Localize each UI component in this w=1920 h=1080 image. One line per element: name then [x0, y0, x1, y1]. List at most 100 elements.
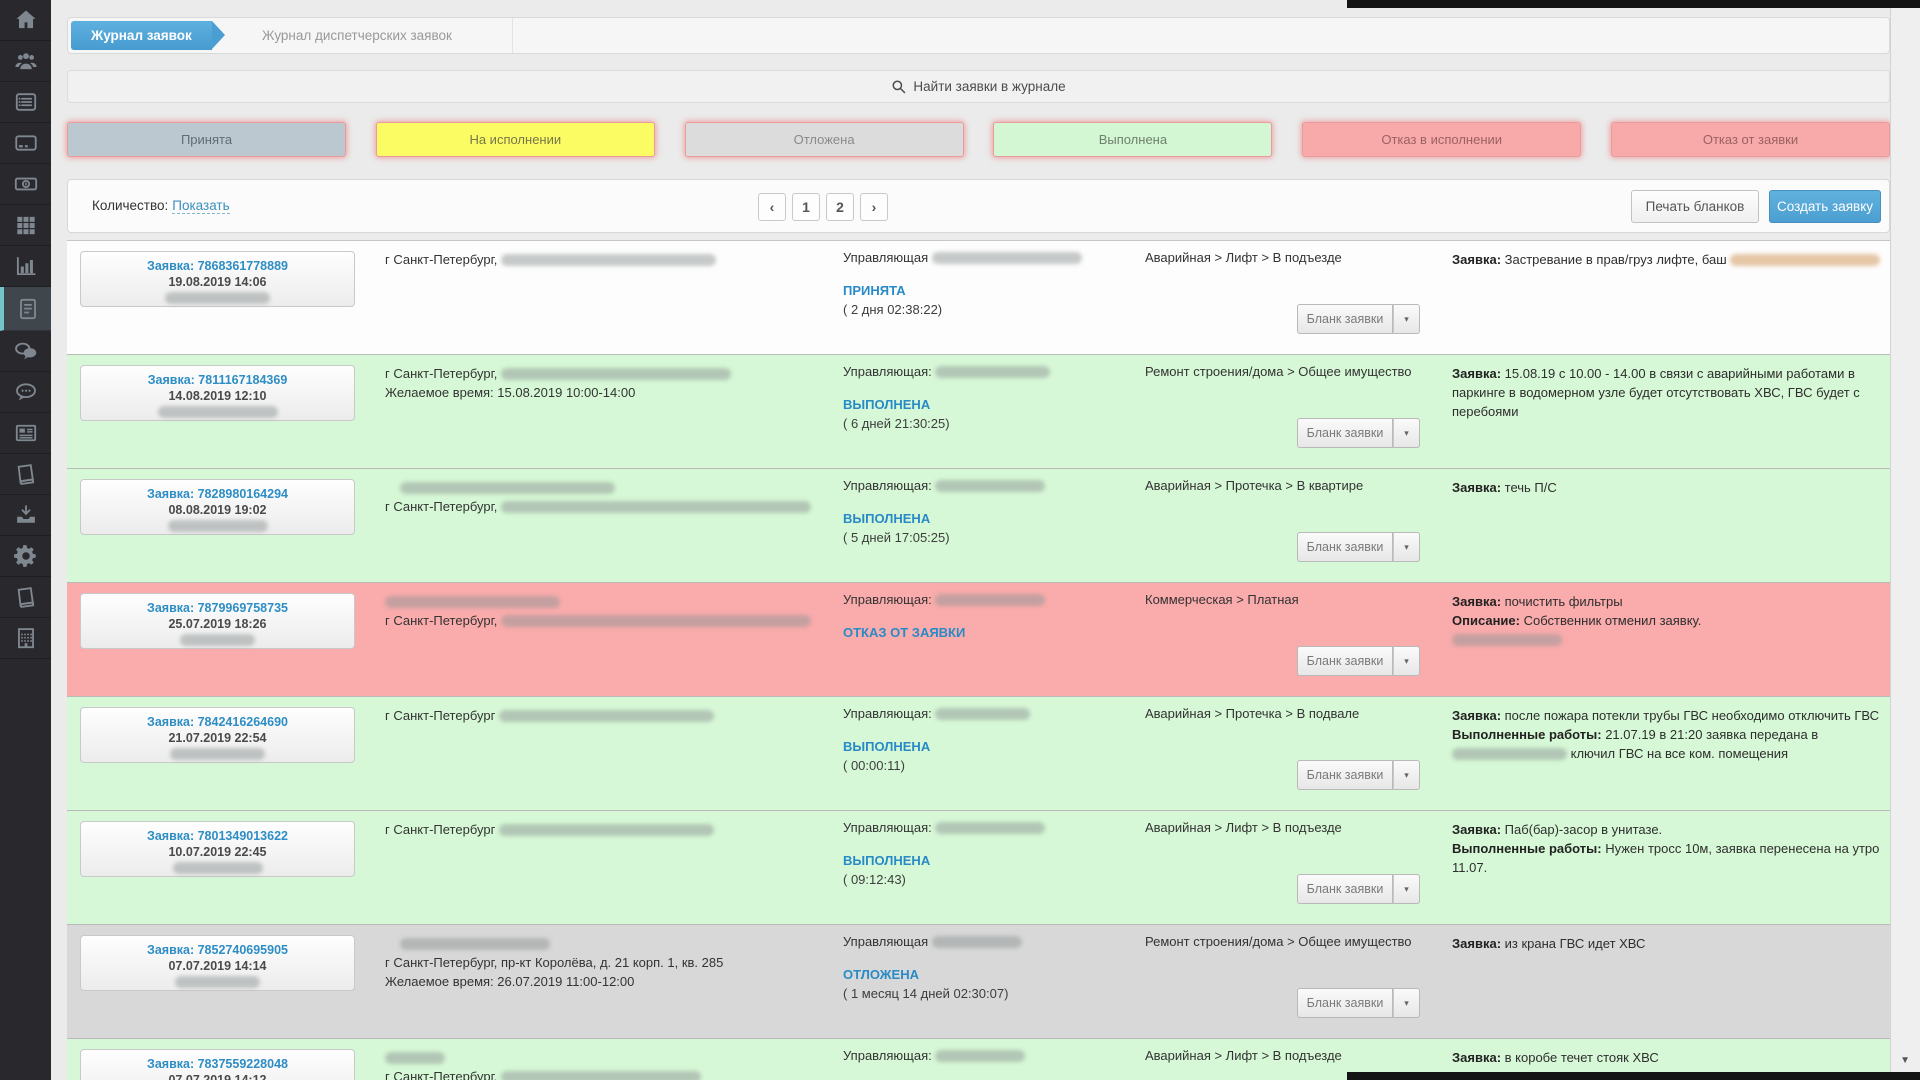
- request-card-link[interactable]: Заявка: 785274069590507.07.2019 14:14: [80, 935, 355, 991]
- request-category: Аварийная > Лифт > В подъезде: [1145, 250, 1342, 265]
- description-line: ключил ГВС на все ком. помещения: [1452, 744, 1884, 763]
- request-form-dropdown-caret[interactable]: ▾: [1393, 988, 1420, 1018]
- request-form-button[interactable]: Бланк заявки: [1297, 304, 1393, 334]
- request-datetime: 07.07.2019 14:14: [81, 959, 354, 973]
- description-line: Заявка: почистить фильтры: [1452, 592, 1884, 611]
- request-form-dropdown-caret[interactable]: ▾: [1393, 646, 1420, 676]
- redacted-text: [935, 1050, 1025, 1062]
- toolbar-panel: Количество:Показать ‹12› Печать бланков …: [67, 179, 1890, 233]
- request-address: г Санкт-Петербург, пр-кт Королёва, д. 21…: [385, 934, 825, 991]
- request-form-dropdown-caret[interactable]: ▾: [1393, 760, 1420, 790]
- request-company: [81, 631, 354, 649]
- request-description: Заявка: из крана ГВС идет ХВС: [1452, 934, 1884, 953]
- request-form-split-button: Бланк заявки▾: [1297, 532, 1420, 562]
- request-form-button[interactable]: Бланк заявки: [1297, 646, 1393, 676]
- request-card-link[interactable]: Заявка: 7828980164294 08.08.2019 19:02: [80, 479, 355, 535]
- filter-refused-execution-button[interactable]: Отказ в исполнении: [1302, 122, 1581, 157]
- sidebar-item-chat[interactable]: [0, 331, 51, 372]
- sidebar-item-comment[interactable]: [0, 372, 51, 413]
- request-row: Заявка: 7828980164294 08.08.2019 19:02 г С…: [67, 469, 1890, 583]
- request-description: Заявка: в коробе течет стояк ХВС: [1452, 1048, 1884, 1067]
- tab-dispatcher-journal[interactable]: Журнал диспетчерских заявок: [230, 18, 513, 53]
- request-category: Аварийная > Лифт > В подъезде: [1145, 820, 1342, 835]
- request-id: Заявка: 7801349013622: [81, 829, 354, 843]
- description-field-label: Заявка:: [1452, 594, 1505, 609]
- management-company: Управляющая:: [843, 364, 1050, 379]
- management-company: Управляющая: [843, 934, 1022, 949]
- sidebar-item-journal[interactable]: [0, 577, 51, 618]
- request-address: г Санкт-Петербург,: [385, 478, 825, 516]
- request-datetime: 07.07.2019 14:12: [81, 1073, 354, 1080]
- redacted-text: [501, 501, 811, 513]
- request-card-link[interactable]: Заявка: 780134901362210.07.2019 22:45: [80, 821, 355, 877]
- redacted-text: [935, 480, 1045, 492]
- description-field-label: Выполненные работы:: [1452, 727, 1605, 742]
- scroll-down-icon[interactable]: ▼: [1900, 1055, 1910, 1066]
- show-count-link[interactable]: Показать: [172, 198, 229, 214]
- request-form-button[interactable]: Бланк заявки: [1297, 988, 1393, 1018]
- status-duration: ( 6 дней 21:30:25): [843, 416, 950, 431]
- filter-accepted-button[interactable]: Принята: [67, 122, 346, 157]
- request-datetime: 14.08.2019 12:10: [81, 389, 354, 403]
- request-form-dropdown-caret[interactable]: ▾: [1393, 304, 1420, 334]
- prev-page-button[interactable]: ‹: [758, 193, 786, 221]
- request-datetime: 08.08.2019 19:02: [81, 503, 354, 517]
- request-category: Ремонт строения/дома > Общее имущество: [1145, 364, 1412, 379]
- status-duration: ( 5 дней 17:05:25): [843, 530, 950, 545]
- request-card-link[interactable]: Заявка: 787996975873525.07.2019 18:26: [80, 593, 355, 649]
- request-description: Заявка: течь П/С: [1452, 478, 1884, 497]
- request-form-button[interactable]: Бланк заявки: [1297, 874, 1393, 904]
- redacted-line: [385, 478, 825, 497]
- request-card-link[interactable]: Заявка: 786836177888919.08.2019 14:06: [80, 251, 355, 307]
- request-form-dropdown-caret[interactable]: ▾: [1393, 532, 1420, 562]
- filter-postponed-button[interactable]: Отложена: [685, 122, 964, 157]
- vertical-scrollbar[interactable]: ▼: [1890, 0, 1920, 1080]
- description-line: Заявка: Паб(бар)-засор в унитазе.: [1452, 820, 1884, 839]
- description-line: Заявка: в коробе течет стояк ХВС: [1452, 1048, 1884, 1067]
- request-form-button[interactable]: Бланк заявки: [1297, 418, 1393, 448]
- request-id: Заявка: 7828980164294: [81, 487, 354, 501]
- redacted-line: [385, 934, 825, 953]
- sidebar-item-building[interactable]: [0, 618, 51, 659]
- print-forms-button[interactable]: Печать бланков: [1631, 190, 1759, 223]
- filter-done-button[interactable]: Выполнена: [993, 122, 1272, 157]
- sidebar-item-home[interactable]: [0, 0, 51, 41]
- bottom-edge-strip: [1347, 1072, 1920, 1080]
- management-company: Управляющая:: [843, 478, 1045, 493]
- create-request-button[interactable]: Создать заявку: [1769, 190, 1881, 223]
- sidebar-item-book[interactable]: [0, 454, 51, 495]
- sidebar-item-document[interactable]: [0, 287, 51, 331]
- next-page-button[interactable]: ›: [860, 193, 888, 221]
- sidebar-item-news[interactable]: [0, 413, 51, 454]
- sidebar-item-list[interactable]: [0, 82, 51, 123]
- request-card-link[interactable]: Заявка: 781116718436914.08.2019 12:10: [80, 365, 355, 421]
- tab-request-journal-label: Журнал заявок: [91, 28, 192, 43]
- sidebar-item-chart[interactable]: [0, 246, 51, 287]
- status-duration: ( 00:00:11): [843, 758, 905, 773]
- request-form-dropdown-caret[interactable]: ▾: [1393, 874, 1420, 904]
- filter-in-progress-button[interactable]: На исполнении: [376, 122, 655, 157]
- tab-request-journal[interactable]: Журнал заявок: [71, 21, 212, 50]
- page-1-button[interactable]: 1: [792, 193, 820, 221]
- redacted-text: [158, 406, 278, 418]
- filter-refused-request-button[interactable]: Отказ от заявки: [1611, 122, 1890, 157]
- address-line: г Санкт-Петербург,: [385, 1067, 825, 1080]
- request-card-link[interactable]: Заявка: 784241626469021.07.2019 22:54: [80, 707, 355, 763]
- request-form-dropdown-caret[interactable]: ▾: [1393, 418, 1420, 448]
- sidebar-item-download[interactable]: [0, 495, 51, 536]
- request-form-button[interactable]: Бланк заявки: [1297, 760, 1393, 790]
- redacted-text: [400, 482, 615, 494]
- sidebar-item-gear[interactable]: [0, 536, 51, 577]
- sidebar-item-users[interactable]: [0, 41, 51, 82]
- search-bar[interactable]: Найти заявки в журнале: [67, 70, 1890, 103]
- request-form-button[interactable]: Бланк заявки: [1297, 532, 1393, 562]
- request-card-link[interactable]: Заявка: 783755922804807.07.2019 14:12: [80, 1049, 355, 1080]
- management-company: Управляющая: [843, 250, 1082, 265]
- sidebar-item-grid[interactable]: [0, 205, 51, 246]
- sidebar-item-card[interactable]: [0, 123, 51, 164]
- request-id: Заявка: 7868361778889: [81, 259, 354, 273]
- search-label: Найти заявки в журнале: [913, 79, 1065, 94]
- description-line: Заявка: течь П/С: [1452, 478, 1884, 497]
- page-2-button[interactable]: 2: [826, 193, 854, 221]
- sidebar-item-money[interactable]: [0, 164, 51, 205]
